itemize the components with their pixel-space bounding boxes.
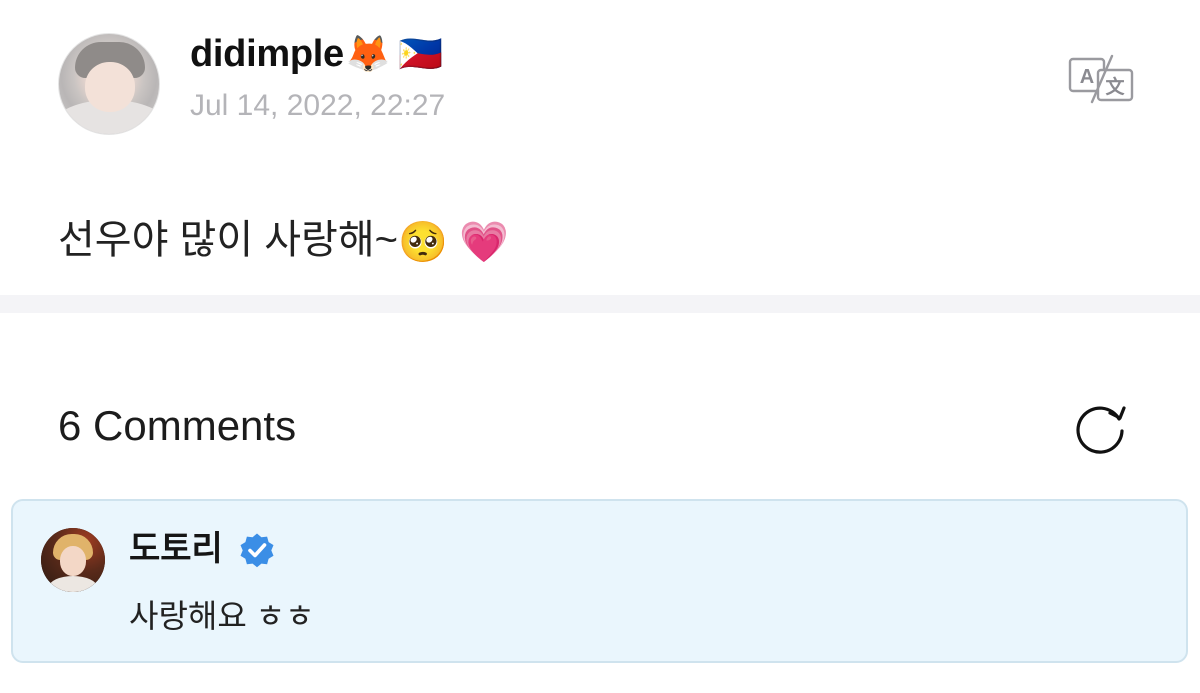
philippines-flag-emoji: 🇵🇭 xyxy=(398,33,443,74)
comment-text: 사랑해요 ㅎㅎ xyxy=(129,598,315,634)
author-name[interactable]: didimple🦊 🇵🇭 xyxy=(190,30,443,78)
refresh-button[interactable] xyxy=(1072,397,1130,455)
author-name-text: didimple xyxy=(190,33,344,75)
svg-text:文: 文 xyxy=(1105,75,1125,98)
comment-item: 도토리 사랑해요 ㅎㅎ xyxy=(11,499,1188,663)
post-detail-screen: didimple🦊 🇵🇭 Jul 14, 2022, 22:27 A 文 선우야 … xyxy=(0,0,1200,693)
post-body-text: 선우야 많이 사랑해~ xyxy=(58,218,398,262)
refresh-icon xyxy=(1076,406,1126,454)
verified-badge-icon xyxy=(240,533,274,568)
fox-emoji: 🦊 xyxy=(345,33,391,74)
author-avatar[interactable] xyxy=(58,33,160,135)
comments-count: 6 Comments xyxy=(58,402,297,449)
post-body: 선우야 많이 사랑해~🥺 💗 xyxy=(58,212,509,270)
section-divider xyxy=(0,295,1200,313)
post-timestamp: Jul 14, 2022, 22:27 xyxy=(190,89,446,122)
pleading-face-emoji: 🥺 xyxy=(398,220,448,265)
translate-button[interactable]: A 文 xyxy=(1062,52,1140,106)
growing-heart-emoji: 💗 xyxy=(458,220,509,265)
commenter-avatar[interactable] xyxy=(41,528,105,592)
translate-icon: A 文 xyxy=(1068,54,1134,104)
svg-text:A: A xyxy=(1080,66,1094,88)
commenter-name[interactable]: 도토리 xyxy=(129,526,223,572)
